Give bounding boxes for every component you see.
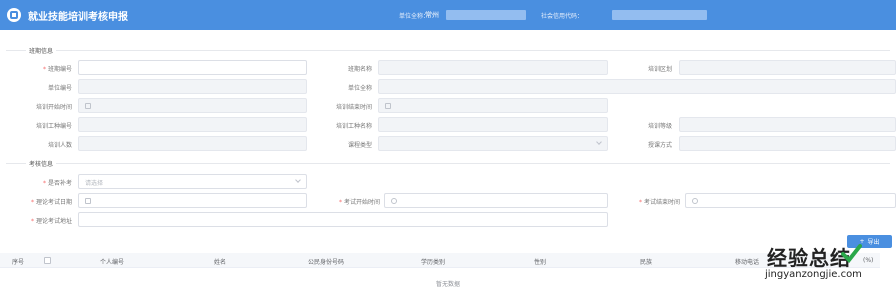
exam-start-time-input[interactable]: [384, 193, 608, 208]
class-no-input[interactable]: [78, 60, 307, 75]
col-index: 序号: [12, 259, 25, 266]
calendar-icon: [85, 198, 91, 204]
exam-info-section-title: 考核信息: [26, 159, 57, 168]
checkmark-icon: [841, 244, 862, 264]
clock-icon: [391, 198, 397, 204]
col-education: 学历类别: [421, 259, 446, 266]
theory-exam-address-label: * 理论考试地址: [30, 218, 72, 225]
job-type-name-label: 培训工种名称: [335, 123, 372, 130]
training-district-input: [679, 60, 896, 75]
class-name-input: [378, 60, 608, 75]
class-info-divider: [6, 50, 890, 51]
class-no-label: * 班期编号: [42, 66, 72, 73]
training-end-input: [378, 98, 608, 113]
class-info-section-title: 班期信息: [26, 46, 57, 55]
training-start-input: [78, 98, 307, 113]
exam-start-time-label: * 考试开始时间: [338, 199, 380, 206]
job-type-name-input: [378, 117, 608, 132]
theory-exam-address-input[interactable]: [78, 212, 608, 227]
trainee-count-label: 培训人数: [47, 142, 72, 149]
unit-no-input: [78, 79, 307, 94]
training-district-label: 培训区划: [647, 66, 672, 73]
unit-no-label: 单位编号: [47, 85, 72, 92]
page-title: 就业技能培训考核申报: [28, 12, 128, 23]
unit-full-name-label: 单位全称: [347, 85, 372, 92]
col-ethnicity: 民族: [640, 259, 653, 266]
logo-icon: [7, 8, 21, 22]
class-name-label: 班期名称: [347, 66, 372, 73]
course-type-label: 课程类型: [347, 142, 372, 149]
top-header: 就业技能培训考核申报 单位全称： 常州 社会信用代码：: [0, 0, 896, 30]
clock-icon: [692, 198, 698, 204]
page: 就业技能培训考核申报 单位全称： 常州 社会信用代码： 班期信息 * 班期编号 班…: [0, 0, 896, 293]
unit-name-value: 常州: [425, 11, 439, 19]
teaching-mode-label: 授课方式: [647, 142, 672, 149]
training-start-label: 培训开始时间: [35, 104, 72, 111]
is-makeup-placeholder: 请选择: [85, 180, 104, 187]
watermark: 经验总结 jingyanzongjie.com: [755, 240, 896, 293]
is-makeup-select[interactable]: 请选择: [78, 174, 307, 189]
unit-full-name-input: [378, 79, 896, 94]
redacted-unit-name: [446, 10, 526, 20]
calendar-icon: [385, 103, 391, 109]
chevron-down-icon: [295, 177, 301, 183]
job-type-no-input: [78, 117, 307, 132]
credit-code-label: 社会信用代码：: [541, 13, 584, 20]
watermark-url: jingyanzongjie.com: [765, 269, 862, 280]
col-name: 姓名: [214, 259, 227, 266]
redacted-credit-code: [612, 10, 707, 20]
teaching-mode-input: [679, 136, 896, 151]
col-gender: 性别: [534, 259, 547, 266]
col-personal-no: 个人编号: [100, 259, 125, 266]
calendar-icon: [85, 103, 91, 109]
table-header: 序号 个人编号 姓名 公民身份号码 学历类别 性别 民族 移动电话 (%): [0, 253, 880, 268]
is-makeup-label: * 是否补考: [42, 180, 72, 187]
select-all-checkbox[interactable]: [44, 257, 51, 264]
training-level-label: 培训等级: [647, 123, 672, 130]
training-end-label: 培训结束时间: [335, 104, 372, 111]
exam-end-time-label: * 考试结束时间: [638, 199, 680, 206]
theory-exam-date-label: * 理论考试日期: [30, 199, 72, 206]
training-level-input: [679, 117, 896, 132]
course-type-select: [378, 136, 608, 151]
theory-exam-date-input[interactable]: [78, 193, 307, 208]
col-id-number: 公民身份号码: [308, 259, 345, 266]
watermark-text: 经验总结: [767, 246, 851, 270]
exam-end-time-input[interactable]: [685, 193, 896, 208]
trainee-count-input: [78, 136, 307, 151]
job-type-no-label: 培训工种编号: [35, 123, 72, 130]
exam-info-divider: [6, 163, 890, 164]
